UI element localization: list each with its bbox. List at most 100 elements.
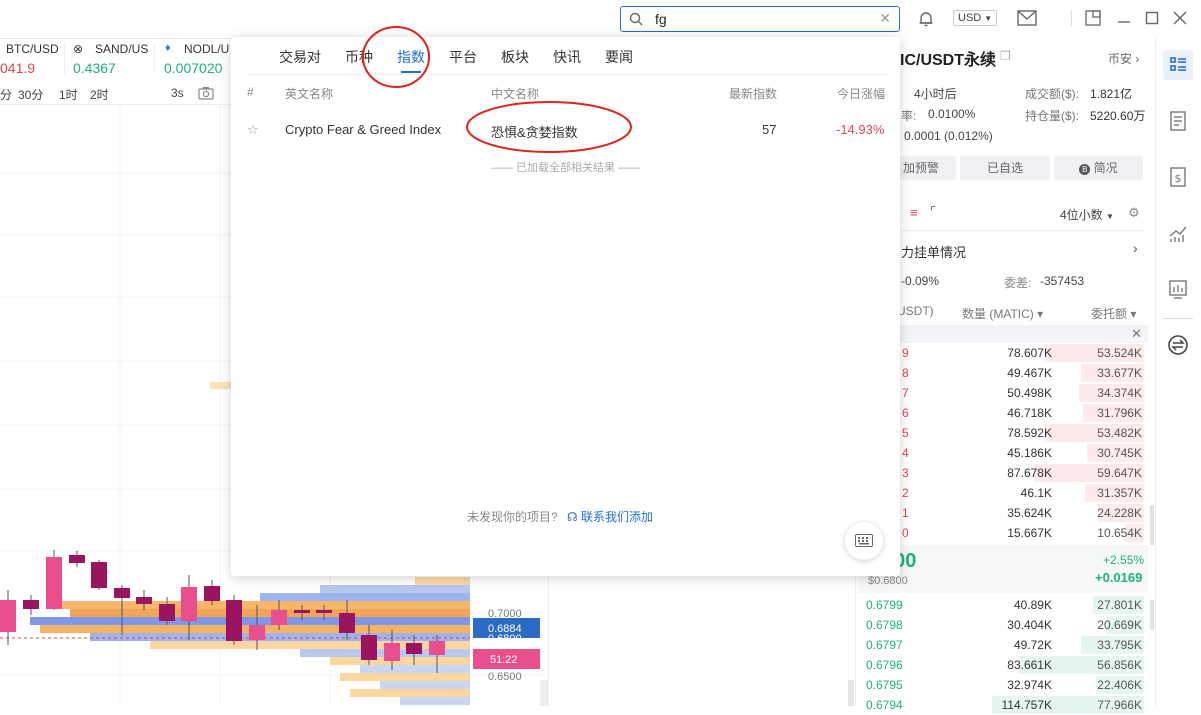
decimals-label: 4位小数 xyxy=(1060,208,1103,222)
close-icon[interactable] xyxy=(1173,10,1187,26)
decimals-select[interactable]: 4位小数 ▼ xyxy=(1060,206,1114,223)
bid-row[interactable]: 0.6795 32.974K 22.406K xyxy=(858,675,1144,695)
mail-icon[interactable] xyxy=(1017,10,1037,26)
bid-quantity: 32.974K xyxy=(1007,678,1052,692)
diff-label: 委差: xyxy=(1004,276,1032,290)
star-icon[interactable]: ☆ xyxy=(247,122,259,138)
scrollbar[interactable] xyxy=(1150,600,1154,630)
big-order-link[interactable]: 力挂单情况 xyxy=(901,242,966,261)
ask-quantity: 78.592K xyxy=(1007,426,1052,440)
interval-button[interactable]: 3s xyxy=(171,86,184,100)
ask-row[interactable]: 3 87.678K 59.647K xyxy=(858,463,1144,483)
change-percent: +2.55% xyxy=(1103,553,1145,567)
pin-window-icon[interactable] xyxy=(1085,10,1101,26)
col-qty-header[interactable]: 数量 (MATIC) ▾ xyxy=(962,305,1043,322)
overview-button[interactable]: B 简况 xyxy=(1054,156,1143,180)
exchange-label: 币安 xyxy=(1108,52,1133,66)
bar-chart-icon[interactable] xyxy=(1163,274,1193,304)
svg-text:$: $ xyxy=(1175,172,1182,185)
scrollbar[interactable] xyxy=(540,680,548,706)
oi-label: 持仓量($): xyxy=(1025,109,1080,123)
swap-icon[interactable] xyxy=(1163,330,1193,360)
volume-label: 成交额($): xyxy=(1025,87,1080,101)
close-icon[interactable]: ✕ xyxy=(1131,326,1142,342)
ask-price: 8 xyxy=(902,366,909,380)
volume-value: 1.821亿 xyxy=(1090,87,1133,101)
ask-row[interactable]: 8 49.467K 33.677K xyxy=(858,363,1144,383)
ask-quantity: 78.607K xyxy=(1007,346,1052,360)
scrollbar[interactable] xyxy=(848,680,854,706)
col-price-header: USDT) xyxy=(897,304,934,318)
index-latest: 57 xyxy=(762,122,777,137)
divider xyxy=(886,230,1144,231)
currency-select[interactable]: USD ▼ xyxy=(953,10,998,26)
price-axis-label: 0.6500 xyxy=(488,671,522,683)
ask-row[interactable]: 7 50.498K 34.374K xyxy=(858,383,1144,403)
bid-total: 20.669K xyxy=(1097,618,1142,632)
col-total-label: 委托额 xyxy=(1091,307,1128,321)
clear-icon[interactable]: ✕ xyxy=(879,10,891,27)
keyboard-button[interactable] xyxy=(845,522,883,560)
contact-link[interactable]: ☊ 联系我们添加 xyxy=(567,508,653,525)
ask-total: 31.357K xyxy=(1097,486,1142,500)
bid-row[interactable]: 0.6794 114.757K 77.966K xyxy=(858,695,1144,715)
exchange-link[interactable]: 币安 › xyxy=(1108,50,1139,67)
bell-icon[interactable] xyxy=(917,10,935,28)
caret-down-icon: ▼ xyxy=(1106,212,1114,221)
ask-row[interactable]: 0 15.667K 10.654K xyxy=(858,523,1144,543)
dollar-doc-icon[interactable]: $ xyxy=(1163,162,1193,192)
maximize-icon[interactable] xyxy=(1145,10,1159,26)
col-total-header[interactable]: 委托额 ▾ xyxy=(1091,305,1136,322)
orderbook-view-icon[interactable] xyxy=(1163,50,1193,80)
ask-row[interactable]: 1 35.624K 24.228K xyxy=(858,503,1144,523)
favorite-button[interactable]: 已自选 xyxy=(960,156,1050,180)
timeframe-button[interactable]: 1时 xyxy=(59,86,78,103)
ticker-value: 0.007020 xyxy=(164,60,223,76)
ask-quantity: 50.498K xyxy=(1007,386,1052,400)
list-icon[interactable]: ≡ xyxy=(910,205,918,220)
ticker-name[interactable]: SAND/US xyxy=(95,42,148,56)
ask-row[interactable]: 4 45.186K 30.745K xyxy=(858,443,1144,463)
bid-row[interactable]: 0.6796 83.661K 56.856K xyxy=(858,655,1144,675)
camera-icon[interactable] xyxy=(198,86,214,100)
ask-price: 7 xyxy=(902,386,909,400)
bid-row[interactable]: 0.6799 40.89K 27.801K xyxy=(858,595,1144,615)
diff-value: -357453 xyxy=(1040,274,1085,288)
scrollbar[interactable] xyxy=(1150,505,1154,545)
ask-row[interactable]: 9 78.607K 53.524K xyxy=(858,343,1144,363)
divider xyxy=(154,44,155,74)
minimize-icon[interactable] xyxy=(1117,10,1131,26)
ticker-value: 0.4367 xyxy=(73,60,116,76)
search-icon xyxy=(629,12,643,26)
copy-icon[interactable]: ❐ xyxy=(1000,49,1011,63)
countdown-label: 51:22 xyxy=(490,654,518,666)
ask-price: 0 xyxy=(902,526,909,540)
ticker-name[interactable]: BTC/USD xyxy=(6,42,59,56)
search-box[interactable]: ✕ xyxy=(620,6,900,32)
mark-change: 0.0001 (0.012%) xyxy=(904,129,993,143)
table-row[interactable]: ☆ Crypto Fear & Greed Index 恐惧&贪婪指数 57 -… xyxy=(231,37,900,147)
ask-row[interactable]: 5 78.592K 53.482K xyxy=(858,423,1144,443)
timeframe-button[interactable]: 30分 xyxy=(18,86,43,103)
search-input[interactable] xyxy=(653,9,877,29)
chevron-right-icon[interactable]: › xyxy=(1133,240,1138,256)
timeframe-button[interactable]: 2时 xyxy=(90,86,109,103)
timeframe-button[interactable]: 分 xyxy=(0,86,12,103)
ask-row[interactable]: 6 46.718K 31.796K xyxy=(858,403,1144,423)
keyboard-icon xyxy=(855,534,873,547)
bid-row[interactable]: 0.6797 49.72K 33.795K xyxy=(858,635,1144,655)
document-icon[interactable] xyxy=(1163,106,1193,136)
bid-row[interactable]: 0.6798 30.404K 20.669K xyxy=(858,615,1144,635)
frame-icon[interactable]: ⌜ xyxy=(930,204,936,220)
oi-value: 5220.60万 xyxy=(1090,109,1146,123)
ask-quantity: 46.1K xyxy=(1020,486,1052,500)
bid-price: 0.6799 xyxy=(866,598,903,612)
bid-quantity: 40.89K xyxy=(1013,598,1052,612)
settings-icon[interactable]: ⚙ xyxy=(1128,205,1140,221)
ask-row[interactable]: 2 46.1K 31.357K xyxy=(858,483,1144,503)
bid-total: 56.856K xyxy=(1097,658,1142,672)
ask-price: 4 xyxy=(902,446,909,460)
nodl-coin-icon: ♦ xyxy=(165,42,171,54)
ticker-name[interactable]: NODL/U xyxy=(184,42,229,56)
trend-chart-icon[interactable] xyxy=(1163,218,1193,248)
